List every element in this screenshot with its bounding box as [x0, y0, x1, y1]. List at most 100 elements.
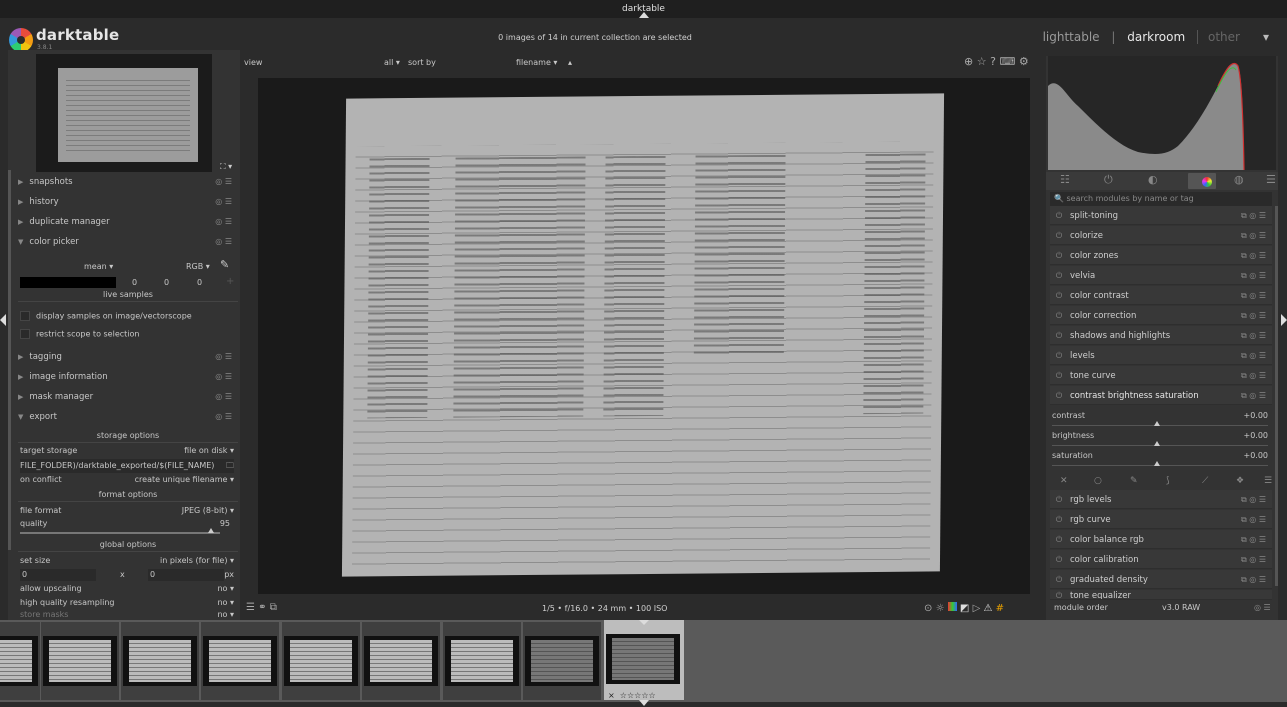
module-actions-icon[interactable]: ⧉ ◎ ☰ [1241, 570, 1266, 589]
power-icon[interactable]: ⏻ [1052, 590, 1066, 599]
blend-parametric-icon[interactable]: ⟆ [1166, 476, 1170, 486]
power-icon[interactable]: ⏻ [1052, 246, 1066, 265]
filmstrip-thumb[interactable] [41, 622, 119, 700]
power-icon[interactable]: ⏻ [1052, 490, 1066, 509]
module-actions-icon[interactable]: ⧉ ◎ ☰ [1241, 366, 1266, 385]
reset-icon[interactable]: ◎ ☰ [215, 232, 232, 252]
module-tone-curve[interactable]: ⏻ tone curve ⧉ ◎ ☰ [1050, 366, 1272, 385]
reset-icon[interactable]: ◎ ☰ [215, 347, 232, 367]
histogram[interactable] [1048, 56, 1276, 170]
gamut-icon[interactable]: ⚠ [983, 603, 992, 614]
filmstrip-thumb-selected[interactable]: × ☆☆☆☆☆ [604, 620, 684, 700]
module-rgb-levels[interactable]: ⏻ rgb levels ⧉ ◎ ☰ [1050, 490, 1272, 509]
module-order-menu-icon[interactable]: ◎ ☰ [1254, 603, 1271, 612]
module-actions-icon[interactable]: ⧉ ◎ ☰ [1241, 550, 1266, 569]
tab-quick-access-icon[interactable]: ☷ [1060, 173, 1070, 186]
brightness-slider[interactable]: brightness +0.00 [1050, 431, 1272, 451]
tab-effects-icon[interactable]: ◍ [1234, 173, 1244, 186]
module-actions-icon[interactable]: ⧉ ◎ ☰ [1241, 346, 1266, 365]
left-panel-toggle-icon[interactable] [0, 314, 6, 326]
guides-icon[interactable]: # [996, 603, 1004, 614]
module-color-balance-rgb[interactable]: ⏻ color balance rgb ⧉ ◎ ☰ [1050, 530, 1272, 549]
power-icon[interactable]: ⏻ [1052, 550, 1066, 569]
module-velvia[interactable]: ⏻ velvia ⧉ ◎ ☰ [1050, 266, 1272, 285]
bulb-icon[interactable]: ☼ [936, 603, 945, 614]
tab-active-modules-icon[interactable]: ⏻ [1104, 173, 1113, 187]
reset-icon[interactable]: ◎ ☰ [215, 407, 232, 427]
view-darkroom[interactable]: darkroom [1127, 30, 1185, 44]
slider-track[interactable] [1052, 465, 1268, 466]
module-actions-icon[interactable]: ⧉ ◎ ☰ [1241, 226, 1266, 245]
sort-field-select[interactable]: filename ▾ [516, 56, 557, 70]
module-mask-manager[interactable]: ▶ mask manager ◎ ☰ [18, 387, 238, 407]
left-scrollbar[interactable] [8, 170, 11, 550]
star-icon[interactable]: ☆ [977, 55, 987, 68]
eyedropper-icon[interactable]: ✎ [220, 258, 229, 271]
width-input[interactable]: 0 [20, 569, 96, 581]
export-path-input[interactable]: FILE_FOLDER)/darktable_exported/$(FILE_N… [20, 459, 234, 473]
module-tagging[interactable]: ▶ tagging ◎ ☰ [18, 347, 238, 367]
module-shadows-and-highlights[interactable]: ⏻ shadows and highlights ⧉ ◎ ☰ [1050, 326, 1272, 345]
module-actions-icon[interactable]: ⧉ ◎ ☰ [1241, 206, 1266, 225]
right-panel-toggle-icon[interactable] [1281, 314, 1287, 326]
height-input[interactable]: 0 [148, 569, 224, 581]
view-other[interactable]: other ▾ [1197, 30, 1273, 44]
zoom-fit-icon[interactable]: ⛶ ▾ [220, 162, 232, 172]
slider-track[interactable] [1052, 425, 1268, 426]
checkbox[interactable] [20, 311, 30, 321]
overexposed-icon[interactable]: ◩ [960, 603, 969, 614]
module-export[interactable]: ▼ export ◎ ☰ [18, 407, 238, 427]
sort-order-icon[interactable]: ▴ [568, 56, 572, 70]
picker-mode-select[interactable]: mean ▾ [84, 262, 113, 271]
color-assessment-icon[interactable] [947, 602, 957, 611]
shortcuts-icon[interactable]: ⌨ [999, 55, 1015, 68]
set-size-select[interactable]: set size in pixels (for file) ▾ [20, 554, 234, 568]
filmstrip-thumb[interactable] [0, 622, 40, 700]
module-actions-icon[interactable]: ⧉ ◎ ☰ [1241, 530, 1266, 549]
power-icon[interactable]: ⏻ [1052, 226, 1066, 245]
tab-base-icon[interactable]: ◐ [1148, 173, 1158, 186]
module-actions-icon[interactable]: ⧉ ◎ ☰ [1241, 246, 1266, 265]
module-actions-icon[interactable]: ⧉ ◎ ☰ [1241, 286, 1266, 305]
filmstrip-thumb[interactable] [362, 622, 440, 700]
filmstrip[interactable]: × ☆☆☆☆☆ [0, 620, 1287, 702]
module-actions-icon[interactable]: ⧉ ◎ ☰ [1241, 306, 1266, 325]
view-lighttable[interactable]: lighttable [1043, 30, 1100, 44]
reject-icon[interactable]: × [608, 691, 615, 700]
module-snapshots[interactable]: ▶ snapshots ◎ ☰ [18, 172, 238, 192]
filmstrip-thumb[interactable] [282, 622, 360, 700]
blend-drawn-parametric-icon[interactable]: ⟋ [1202, 476, 1208, 486]
module-colorize[interactable]: ⏻ colorize ⧉ ◎ ☰ [1050, 226, 1272, 245]
filmstrip-thumb[interactable] [443, 622, 521, 700]
module-color-calibration[interactable]: ⏻ color calibration ⧉ ◎ ☰ [1050, 550, 1272, 569]
blend-drawn-icon[interactable]: ✎ [1130, 476, 1138, 486]
module-actions-icon[interactable]: ⧉ ◎ ☰ [1241, 326, 1266, 345]
module-actions-icon[interactable]: ⧉ ◎ ☰ [1241, 510, 1266, 529]
display-samples-toggle[interactable]: display samples on image/vectorscope [20, 311, 192, 321]
tab-color-icon[interactable] [1188, 173, 1216, 189]
image-canvas[interactable] [258, 78, 1030, 594]
help-icon[interactable]: ? [990, 55, 996, 68]
power-icon[interactable]: ⏻ [1052, 326, 1066, 345]
navigation-thumbnail[interactable] [36, 54, 212, 172]
filmstrip-thumb[interactable] [523, 622, 601, 700]
module-duplicate-manager[interactable]: ▶ duplicate manager ◎ ☰ [18, 212, 238, 232]
slider-knob[interactable] [1154, 421, 1160, 426]
filter-all-select[interactable]: all ▾ [384, 56, 400, 70]
blend-uniform-icon[interactable]: ○ [1094, 476, 1102, 486]
module-color-picker[interactable]: ▼ color picker ◎ ☰ [18, 232, 238, 252]
gear-icon[interactable]: ⚙ [1019, 55, 1029, 68]
quality-slider-knob[interactable] [208, 528, 214, 533]
slider-track[interactable] [1052, 445, 1268, 446]
module-history[interactable]: ▶ history ◎ ☰ [18, 192, 238, 212]
reset-icon[interactable]: ◎ ☰ [215, 387, 232, 407]
store-masks-select[interactable]: store masks no ▾ [20, 608, 234, 620]
module-rgb-curve[interactable]: ⏻ rgb curve ⧉ ◎ ☰ [1050, 510, 1272, 529]
module-graduated-density[interactable]: ⏻ graduated density ⧉ ◎ ☰ [1050, 570, 1272, 589]
star-rating[interactable]: ☆☆☆☆☆ [620, 691, 656, 700]
reset-icon[interactable]: ◎ ☰ [215, 212, 232, 232]
module-color-contrast[interactable]: ⏻ color contrast ⧉ ◎ ☰ [1050, 286, 1272, 305]
power-icon[interactable]: ⏻ [1052, 266, 1066, 285]
power-icon[interactable]: ⏻ [1052, 206, 1066, 225]
duplicate-icon[interactable]: ⧉ [270, 602, 277, 613]
